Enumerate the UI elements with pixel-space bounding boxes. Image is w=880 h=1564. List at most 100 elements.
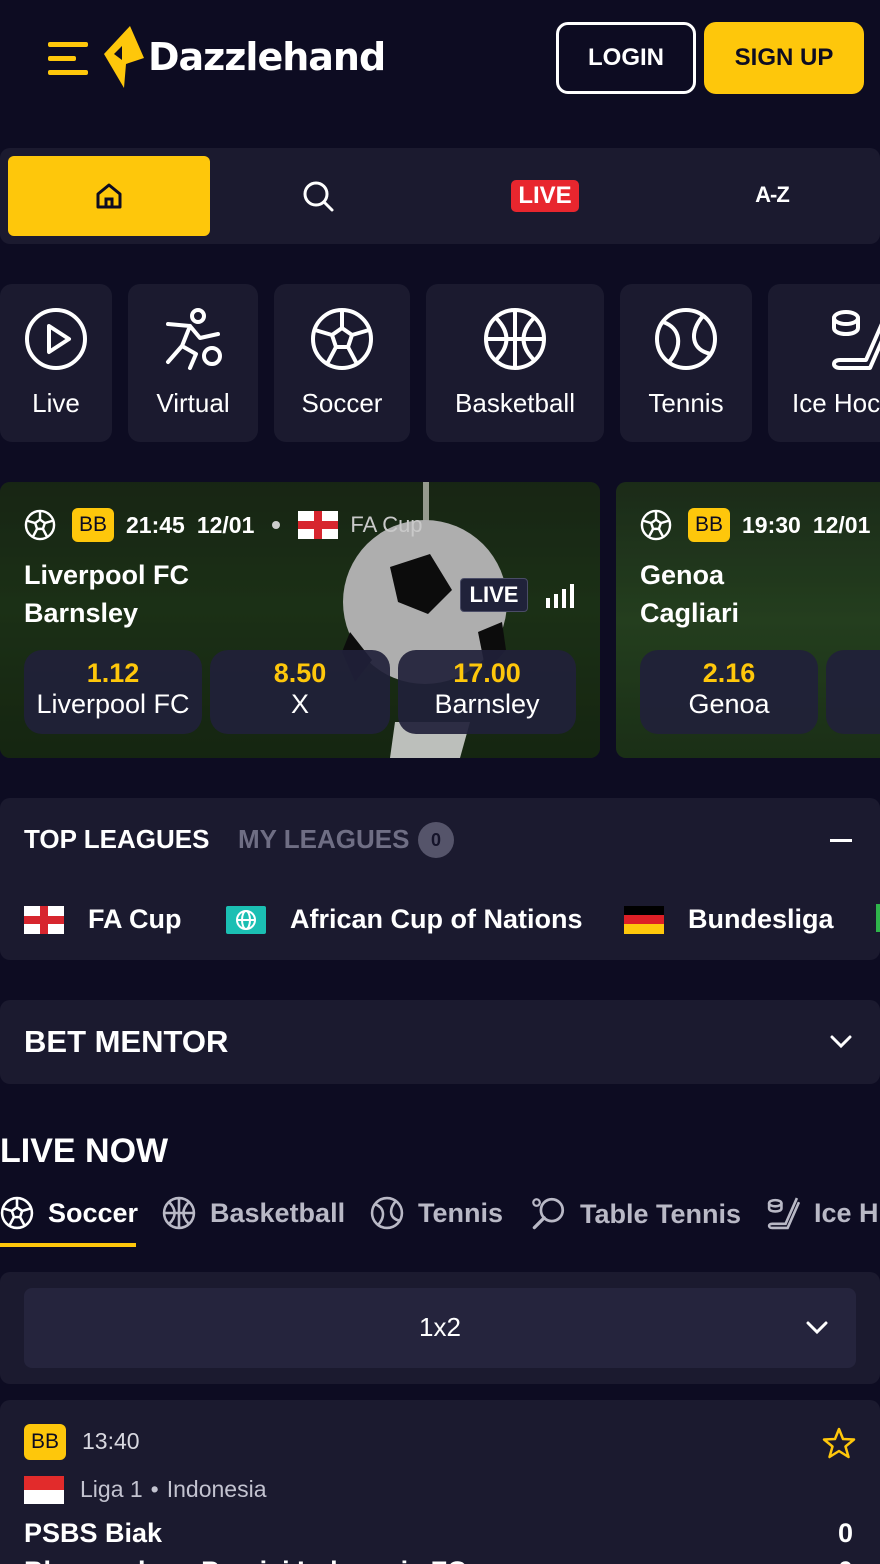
home-icon [96,183,122,209]
brand-name: Dazzlehand [148,35,386,79]
odds-button-draw[interactable]: 8.50 X [210,650,390,734]
search-tab[interactable] [300,178,336,214]
match-date: 12/01 [196,511,255,538]
league-name: Liga 1 [80,1476,143,1502]
live-match-card[interactable]: BB 13:40 Liga 1 • Indonesia PSBS Biak 0 … [0,1400,880,1564]
ice-hockey-icon [832,310,880,370]
featured-match-card[interactable]: BB 21:45 12/01 FA Cup Liverpool FC Barns… [0,482,600,758]
bb-badge: BB [24,1424,66,1460]
odds-value: 1.12 [86,658,140,688]
my-leagues-count: 0 [418,822,454,858]
logo-icon [104,26,144,88]
tennis-ball-icon [370,1196,404,1230]
home-tab[interactable] [8,156,210,236]
live-badge: LIVE [460,578,528,612]
sport-tile-live[interactable]: Live [0,284,112,442]
globe-icon [226,905,266,934]
soccer-ball-icon [24,509,56,541]
brand-logo[interactable]: Dazzlehand [100,24,386,90]
soccer-ball-icon [311,308,373,370]
chevron-down-icon[interactable] [830,1035,852,1049]
odds-label: Barnsley [434,689,540,719]
live-sport-tab-basketball[interactable]: Basketball [162,1196,345,1230]
league-country: Indonesia [166,1476,267,1502]
league-name: FA Cup [350,512,423,537]
sport-tile-label: Tennis [648,388,724,418]
sport-tile-label: Live [32,388,80,418]
live-sport-tab-label: Tennis [418,1197,504,1228]
match-time: 13:40 [82,1428,140,1454]
team-away: Barnsley [24,598,139,628]
odds-button-away[interactable]: 17.00 Barnsley [398,650,576,734]
sport-tile-label: Soccer [301,388,383,418]
league-chip-african-cup[interactable]: African Cup of Nations [226,904,583,935]
league-chip-label: Bundesliga [688,904,834,934]
bb-badge: BB [688,508,730,542]
league-chip-label: African Cup of Nations [290,904,583,934]
live-sport-tab-label: Table Tennis [580,1198,742,1229]
dot-separator [272,521,281,529]
odds-value: 17.00 [453,658,521,688]
live-now-title: LIVE NOW [0,1132,169,1170]
dot-separator: • [150,1476,159,1502]
score-home: 0 [838,1518,854,1548]
bb-badge: BB [72,508,114,542]
sport-tile-ice-hockey[interactable]: Ice Hoc [768,284,880,442]
active-tab-underline [0,1243,136,1247]
menu-icon[interactable] [48,40,88,76]
live-sport-tab-soccer[interactable]: Soccer [0,1196,138,1230]
team-away: Bhayangkara Presisi Indonesia FC [24,1556,467,1564]
odds-label: Liverpool FC [36,689,190,719]
team-away: Cagliari [640,598,740,628]
live-tab[interactable]: LIVE [511,180,579,212]
signal-bars-icon [546,584,574,608]
login-button[interactable]: LOGIN [556,22,696,94]
live-sport-tab-ice-hockey[interactable]: Ice H [766,1196,879,1230]
sport-tile-virtual[interactable]: Virtual [128,284,258,442]
market-select[interactable]: 1x2 [24,1288,856,1368]
live-sport-tab-label: Basketball [210,1197,346,1228]
leagues-panel: TOP LEAGUES MY LEAGUES 0 FA Cup African … [0,798,880,960]
bet-mentor-title: BET MENTOR [24,1024,229,1059]
featured-match-card[interactable]: BB 19:30 12/01 Genoa Cagliari 2.16 Genoa [616,482,880,758]
odds-button-home[interactable]: 2.16 Genoa [640,650,818,734]
team-home: PSBS Biak [24,1518,163,1548]
odds-label: X [290,689,309,719]
odds-button-home[interactable]: 1.12 Liverpool FC [24,650,202,734]
partial-flag-icon [876,904,880,932]
live-sport-tab-tennis[interactable]: Tennis [370,1196,503,1230]
signup-button[interactable]: SIGN UP [704,22,864,94]
odds-button-draw[interactable] [826,650,880,734]
my-leagues-tab[interactable]: MY LEAGUES [238,824,409,855]
league-chip-fa-cup[interactable]: FA Cup [24,904,182,935]
sport-tile-basketball[interactable]: Basketball [426,284,604,442]
germany-flag-icon [624,905,664,934]
live-sport-tab-table-tennis[interactable]: Table Tennis [530,1196,741,1232]
league-chip-label: FA Cup [88,904,182,934]
top-leagues-tab[interactable]: TOP LEAGUES [24,824,209,855]
match-time: 21:45 [126,511,185,538]
sport-tile-label: Virtual [156,388,230,418]
sport-tile-soccer[interactable]: Soccer [274,284,410,442]
league-chip-bundesliga[interactable]: Bundesliga [624,904,834,935]
team-home: Genoa [640,560,725,590]
sport-tile-label: Ice Hoc [792,388,880,418]
chevron-down-icon [806,1321,828,1335]
score-away: 0 [838,1556,853,1564]
az-tab[interactable]: A-Z [740,182,804,212]
sport-tile-tennis[interactable]: Tennis [620,284,752,442]
bet-mentor-panel[interactable]: BET MENTOR [0,1000,880,1084]
odds-value: 8.50 [273,658,327,688]
tennis-ball-icon [655,308,717,370]
england-flag-icon [298,511,339,539]
ice-hockey-icon [767,1197,800,1230]
play-circle-icon [25,308,87,370]
collapse-icon[interactable] [830,839,852,842]
odds-label: Genoa [688,689,770,719]
market-select-value: 1x2 [419,1312,461,1342]
match-league: Liga 1 • Indonesia [80,1476,266,1503]
england-flag-icon [24,905,64,934]
star-icon[interactable] [822,1426,856,1460]
table-tennis-icon [532,1197,565,1230]
live-sport-tab-label: Soccer [48,1197,139,1228]
